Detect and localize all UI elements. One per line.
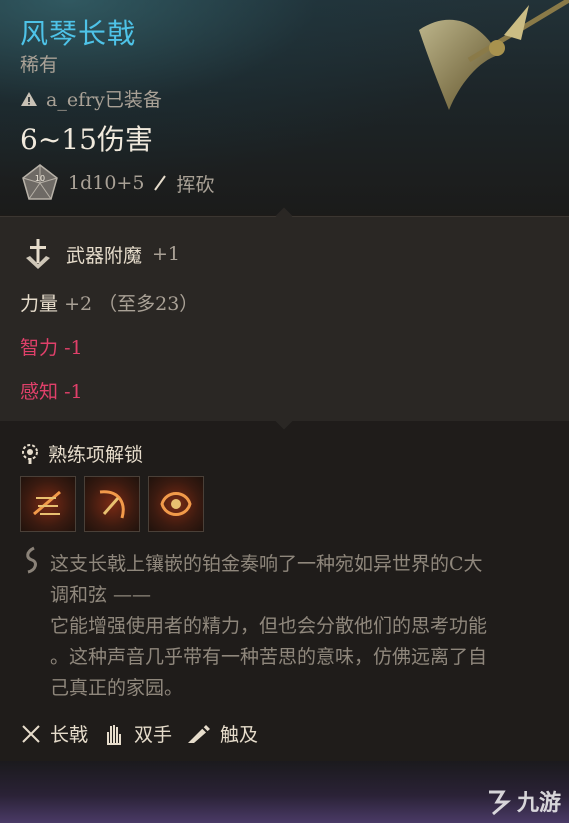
tag-label: 触及	[220, 724, 259, 746]
equipped-status: a_efry已装备	[20, 85, 162, 112]
stat-value: -1	[64, 381, 83, 403]
weapon-property-tags: 长戟 双手 触及	[20, 720, 258, 747]
slash-damage-icon	[154, 175, 167, 191]
nine-game-logo-icon	[488, 790, 512, 816]
lore-quote-icon	[26, 546, 37, 574]
stat-name: 智力	[20, 337, 59, 359]
lore-line: 它能增强使用者的精力，但也会分散他们的思考功能	[50, 615, 488, 637]
equipped-by-text: a_efry已装备	[46, 89, 162, 111]
tag-label: 长戟	[50, 724, 89, 746]
die-face-number: 10	[35, 174, 45, 183]
weapon-action-icon-3[interactable]	[148, 476, 204, 532]
weapon-action-icon-2[interactable]	[84, 476, 140, 532]
enchant-label: 武器附魔	[66, 244, 143, 267]
crossed-weapons-icon	[22, 724, 40, 743]
lore-line: 己真正的家园。	[50, 677, 184, 699]
stat-intelligence: 智力 -1	[20, 333, 83, 360]
proficiency-icon-list	[20, 476, 204, 532]
pommel-strike-icon	[99, 490, 125, 519]
tag-two-handed[interactable]: 双手	[102, 720, 172, 747]
stat-strength: 力量 +2 （至多23）	[20, 289, 198, 316]
weapon-enchant-row: 武器附魔 +1	[20, 236, 180, 272]
topple-icon	[160, 492, 192, 516]
damage-range: 6~15伤害	[20, 123, 153, 156]
lore-line: 调和弦 ——	[50, 584, 152, 606]
site-watermark: 九游	[483, 785, 561, 817]
weapon-action-icon-1[interactable]	[20, 476, 76, 532]
lacerate-icon	[33, 490, 61, 516]
hand-icon	[107, 724, 122, 745]
damage-type: 挥砍	[176, 173, 215, 196]
reach-icon	[188, 724, 211, 743]
proficiency-title: 熟练项解锁	[48, 444, 144, 466]
enchant-value: +1	[152, 243, 181, 265]
lore-line: 这支长戟上镶嵌的铂金奏响了一种宛如异世界的C大	[50, 553, 483, 575]
item-name: 风琴长戟	[20, 17, 137, 50]
stat-wisdom: 感知 -1	[20, 377, 83, 404]
dice-formula: 1d10+5	[68, 172, 145, 194]
stat-name: 力量	[20, 293, 59, 315]
tag-halberd[interactable]: 长戟	[20, 720, 88, 747]
warning-icon	[21, 91, 37, 106]
halberd-weapon-image	[419, 0, 569, 110]
stat-value: -1	[64, 337, 83, 359]
tag-label: 双手	[134, 724, 173, 746]
stat-value: +2 （至多23）	[64, 293, 199, 315]
unlock-gear-icon	[22, 443, 38, 464]
d10-die-icon: 10	[22, 164, 58, 200]
item-rarity: 稀有	[20, 54, 59, 76]
lore-line: 。这种声音几乎带有一种苦思的意味，仿佛远离了自	[50, 646, 488, 668]
watermark-text: 九游	[516, 791, 561, 816]
lore-text: 这支长戟上镶嵌的铂金奏响了一种宛如异世界的C大 调和弦 —— 它能增强使用者的精…	[50, 549, 550, 704]
enchant-sword-icon	[26, 239, 50, 269]
damage-dice-row: 10 1d10+5 挥砍	[20, 163, 214, 203]
stat-name: 感知	[20, 381, 59, 403]
proficiency-header: 熟练项解锁	[20, 440, 143, 467]
tag-reach[interactable]: 触及	[186, 720, 258, 747]
